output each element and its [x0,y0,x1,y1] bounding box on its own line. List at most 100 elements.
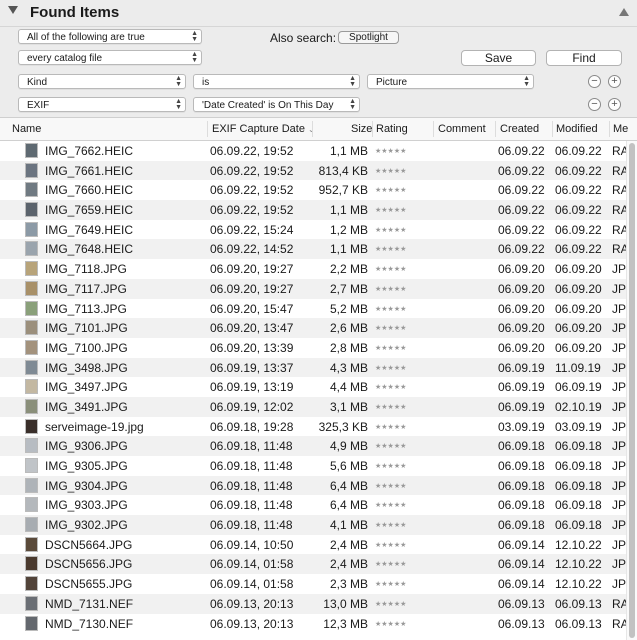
modified-date: 06.09.13 [555,616,602,631]
table-row[interactable]: IMG_9302.JPG 06.09.18, 11:48 4,1 MB ★★★★★ 06… [0,515,626,535]
rating-stars[interactable]: ★★★★★ [375,245,406,253]
exif-capture-date: 06.09.20, 19:27 [210,262,294,277]
rating-stars[interactable]: ★★★★★ [375,580,406,588]
rating-stars[interactable]: ★★★★★ [375,206,406,214]
rating-stars[interactable]: ★★★★★ [375,442,406,450]
modified-date: 02.10.19 [555,399,602,414]
column-rating[interactable]: Rating [376,123,408,135]
save-button[interactable]: Save [461,50,536,66]
rating-stars[interactable]: ★★★★★ [375,344,406,352]
table-row[interactable]: IMG_7660.HEIC 06.09.22, 19:52 952,7 KB ★★★★… [0,180,629,200]
rating-stars[interactable]: ★★★★★ [375,620,406,628]
table-row[interactable]: IMG_3491.JPG 06.09.19, 12:02 3,1 MB ★★★★★ 06… [0,396,626,417]
table-row[interactable]: IMG_7117.JPG 06.09.20, 19:27 2,7 MB ★★★★★ 06… [0,278,626,299]
table-row[interactable]: IMG_7661.HEIC 06.09.22, 19:52 813,4 KB ★★★★… [0,160,629,181]
rating-stars[interactable]: ★★★★★ [375,482,406,490]
media-type: JP [612,360,627,375]
column-divider[interactable] [207,121,208,137]
table-row[interactable]: IMG_7113.JPG 06.09.20, 15:47 5,2 MB ★★★★★ 06… [0,299,626,319]
rule-1-operator-popup[interactable]: is ▲ ▼ [193,74,360,89]
table-row[interactable]: IMG_7118.JPG 06.09.20, 19:27 2,2 MB ★★★★★ 06… [0,259,626,279]
rating-stars[interactable]: ★★★★★ [375,403,406,411]
column-name[interactable]: Name [12,123,41,135]
rating-stars[interactable]: ★★★★★ [375,226,406,234]
rating-stars[interactable]: ★★★★★ [375,167,406,175]
scrollbar-thumb[interactable] [629,143,635,638]
photo-thumbnail-icon [25,595,38,611]
rating-stars[interactable]: ★★★★★ [375,265,406,273]
table-row[interactable]: IMG_7662.HEIC 06.09.22, 19:52 1,1 MB ★★★★★ 0… [0,141,629,161]
rating-stars[interactable]: ★★★★★ [375,186,406,194]
column-divider[interactable] [312,121,313,137]
table-row[interactable]: IMG_7648.HEIC 06.09.22, 14:52 1,1 MB ★★★★★ 0… [0,239,629,260]
table-row[interactable]: NMD_7131.NEF 06.09.13, 20:13 13,0 MB ★★★★★ 0… [0,593,629,614]
rating-stars[interactable]: ★★★★★ [375,305,406,313]
remove-rule-1-icon[interactable]: − [588,75,601,88]
table-row[interactable]: IMG_9304.JPG 06.09.18, 11:48 6,4 MB ★★★★★ 06… [0,475,626,496]
rating-stars[interactable]: ★★★★★ [375,501,406,509]
column-divider[interactable] [433,121,434,137]
popup-arrows-icon: ▲ ▼ [523,75,530,88]
disclosure-triangle-icon[interactable] [8,6,18,14]
modified-date: 06.09.13 [555,596,602,611]
rating-stars[interactable]: ★★★★★ [375,285,406,293]
file-size: 1,1 MB [329,203,368,218]
rating-stars[interactable]: ★★★★★ [375,521,406,529]
table-row[interactable]: IMG_9305.JPG 06.09.18, 11:48 5,6 MB ★★★★★ 06… [0,456,626,476]
column-created[interactable]: Created [500,123,539,135]
rule-2-field-popup[interactable]: EXIF ▲ ▼ [18,97,186,112]
table-row[interactable]: IMG_3497.JPG 06.09.19, 13:19 4,4 MB ★★★★★ 06… [0,377,626,397]
rating-stars[interactable]: ★★★★★ [375,364,406,372]
rating-stars[interactable]: ★★★★★ [375,383,406,391]
table-row[interactable]: DSCN5655.JPG 06.09.14, 01:58 2,3 MB ★★★★★ 06… [0,574,626,594]
column-modified[interactable]: Modified [556,123,598,135]
column-comment[interactable]: Comment [438,123,486,135]
scope-popup[interactable]: every catalog file ▲ ▼ [18,50,202,65]
table-row[interactable]: DSCN5664.JPG 06.09.14, 10:50 2,4 MB ★★★★★ 06… [0,535,626,555]
remove-rule-2-icon[interactable]: − [588,98,601,111]
match-condition-popup[interactable]: All of the following are true ▲ ▼ [18,29,202,44]
column-me[interactable]: Me [613,123,628,135]
table-row[interactable]: IMG_7101.JPG 06.09.20, 13:47 2,6 MB ★★★★★ 06… [0,318,626,338]
file-name: IMG_9303.JPG [45,498,128,513]
file-size: 13,0 MB [323,596,368,611]
table-row[interactable]: IMG_9303.JPG 06.09.18, 11:48 6,4 MB ★★★★★ 06… [0,495,626,515]
exif-capture-date: 06.09.19, 12:02 [210,399,294,414]
rating-stars[interactable]: ★★★★★ [375,423,406,431]
add-rule-2-icon[interactable]: + [608,98,621,111]
rating-stars[interactable]: ★★★★★ [375,560,406,568]
table-row[interactable]: IMG_7100.JPG 06.09.20, 13:39 2,8 MB ★★★★★ 06… [0,338,626,358]
column-divider[interactable] [372,121,373,137]
add-rule-1-icon[interactable]: + [608,75,621,88]
file-name: DSCN5655.JPG [45,577,133,592]
collapse-up-icon[interactable] [619,8,629,16]
modified-date: 06.09.22 [555,144,602,158]
popup-arrows-icon: ▲ ▼ [349,75,356,88]
rating-stars[interactable]: ★★★★★ [375,600,406,608]
popup-arrows-icon: ▲ ▼ [175,75,182,88]
table-row[interactable]: NMD_7130.NEF 06.09.13, 20:13 12,3 MB ★★★★★ 0… [0,614,629,634]
table-row[interactable]: DSCN5656.JPG 06.09.14, 01:58 2,4 MB ★★★★★ 06… [0,554,626,575]
rule-1-field-popup[interactable]: Kind ▲ ▼ [18,74,186,89]
rating-stars[interactable]: ★★★★★ [375,462,406,470]
rule-2-operator-popup[interactable]: 'Date Created' is On This Day ▲ ▼ [193,97,360,112]
find-button[interactable]: Find [546,50,622,66]
rating-stars[interactable]: ★★★★★ [375,541,406,549]
table-row[interactable]: IMG_7659.HEIC 06.09.22, 19:52 1,1 MB ★★★★★ 0… [0,200,629,220]
rating-stars[interactable]: ★★★★★ [375,147,406,155]
spotlight-button[interactable]: Spotlight [338,31,399,44]
table-row[interactable]: IMG_7649.HEIC 06.09.22, 15:24 1,2 MB ★★★★★ 0… [0,220,629,240]
table-row[interactable]: IMG_3498.JPG 06.09.19, 13:37 4,3 MB ★★★★★ 06… [0,357,627,378]
vertical-scrollbar[interactable] [626,141,637,640]
column-divider[interactable] [552,121,553,137]
table-row[interactable]: IMG_9306.JPG 06.09.18, 11:48 4,9 MB ★★★★★ 06… [0,436,626,456]
column-size[interactable]: Size [351,123,372,135]
column-divider[interactable] [495,121,496,137]
modified-date: 12.10.22 [555,577,602,592]
column-exif-capture-date[interactable]: EXIF Capture Date ⌄ [212,123,315,135]
table-row[interactable]: serveimage-19.jpg 06.09.18, 19:28 325,3 KB… [0,417,626,437]
column-divider[interactable] [609,121,610,137]
rating-stars[interactable]: ★★★★★ [375,324,406,332]
rule-1-value-popup[interactable]: Picture ▲ ▼ [367,74,534,89]
exif-capture-date: 06.09.22, 14:52 [210,242,294,257]
